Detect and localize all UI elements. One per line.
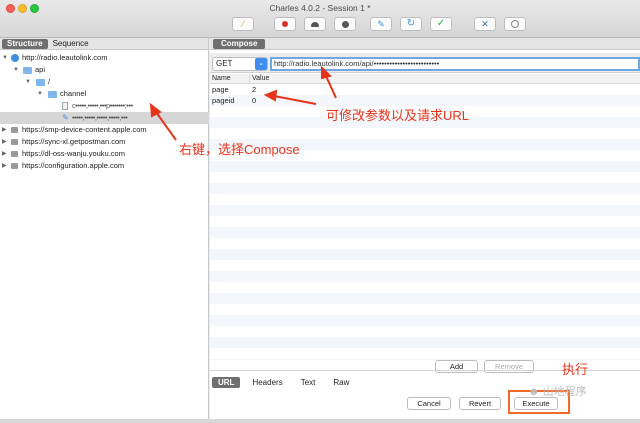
- repeat-icon: ↻: [406, 18, 416, 29]
- tree-item-label: https://smp-device-content.apple.com: [22, 125, 147, 134]
- tree-item-label: https://configuration.apple.com: [22, 161, 125, 170]
- collapsed-triangle-icon[interactable]: ▶: [2, 148, 7, 160]
- params-header: Name Value: [210, 74, 640, 84]
- revert-button[interactable]: Revert: [459, 397, 501, 410]
- param-name[interactable]: page: [212, 84, 229, 95]
- request-line: GET ⌄ http://radio.leautolink.com/api/••…: [210, 53, 640, 73]
- breakpoint-icon: [341, 20, 349, 28]
- settings-globe-icon: [511, 20, 519, 28]
- validate-check-icon: ✓: [436, 18, 446, 29]
- tab-sequence[interactable]: Sequence: [48, 39, 94, 49]
- folder-icon: [36, 79, 45, 86]
- compose-pen-icon: ✎: [377, 18, 385, 29]
- tree-item-label: /: [48, 77, 51, 86]
- collapsed-triangle-icon[interactable]: ▶: [2, 124, 7, 136]
- status-bar: [0, 419, 640, 423]
- param-name[interactable]: pageid: [212, 95, 235, 106]
- tree-item-label: http://radio.leautolink.com: [22, 53, 108, 62]
- tab-structure[interactable]: Structure: [2, 38, 48, 49]
- folder-icon: [48, 91, 57, 98]
- record-button[interactable]: [274, 17, 296, 31]
- compose-button[interactable]: ✎: [370, 17, 392, 31]
- annotation-execute: 执行: [562, 362, 589, 377]
- tab-text[interactable]: Text: [295, 377, 322, 388]
- expanded-triangle-icon[interactable]: ▼: [37, 88, 43, 100]
- tree-item-label: c•••••,•••••,•••p•••••••;•••: [72, 101, 133, 110]
- annotation-right-click: 右键，选择Compose: [179, 142, 300, 157]
- collapsed-triangle-icon[interactable]: ▶: [2, 136, 7, 148]
- chevron-down-icon[interactable]: ⌄: [255, 58, 267, 70]
- structure-panel: Structure Sequence ▼ http://radio.leauto…: [0, 38, 209, 419]
- tree-item-subfolder[interactable]: ▼ /: [0, 76, 209, 88]
- expanded-triangle-icon[interactable]: ▼: [25, 76, 31, 88]
- tab-url[interactable]: URL: [212, 377, 241, 388]
- right-tab-bar: Compose: [210, 38, 640, 50]
- tree-item-host[interactable]: ▼ http://radio.leautolink.com: [0, 52, 209, 64]
- tree-item-host[interactable]: ▶ https://dl-oss-wanju.youku.com: [0, 148, 209, 160]
- collapsed-triangle-icon[interactable]: ▶: [2, 160, 7, 172]
- tree-item-channel[interactable]: ▼ channel: [0, 88, 209, 100]
- left-tab-bar: Structure Sequence: [0, 38, 208, 50]
- add-param-button[interactable]: Add: [435, 360, 478, 373]
- tree-item-label: https://dl-oss-wanju.youku.com: [22, 149, 125, 158]
- tree-item-composed-request[interactable]: ✎ •••••,•••••,•••••,•••••,•••: [0, 112, 209, 124]
- column-divider: [249, 74, 250, 84]
- tab-compose[interactable]: Compose: [213, 39, 266, 49]
- tree-item-label: •••••,•••••,•••••,•••••,•••: [72, 113, 128, 122]
- tree-item-host[interactable]: ▶ https://smp-device-content.apple.com: [0, 124, 209, 136]
- watermark: ☻ 山地程序: [528, 386, 587, 398]
- record-icon: [282, 21, 288, 27]
- body-tab-bar: URL Headers Text Raw: [212, 377, 361, 389]
- expanded-triangle-icon[interactable]: ▼: [13, 64, 19, 76]
- lock-icon: [11, 139, 18, 145]
- validate-button[interactable]: ✓: [430, 17, 452, 31]
- column-header-name: Name: [212, 75, 231, 82]
- column-header-value: Value: [252, 75, 270, 82]
- clear-session-button[interactable]: ⁄: [232, 17, 254, 31]
- throttle-button[interactable]: [304, 17, 326, 31]
- tree-item-host[interactable]: ▶ https://sync-xl.getpostman.com: [0, 136, 209, 148]
- param-value[interactable]: 2: [252, 84, 256, 95]
- throttle-icon: [311, 21, 319, 27]
- repeat-button[interactable]: ↻: [400, 17, 422, 31]
- tree-item-label: channel: [60, 89, 87, 98]
- cancel-button[interactable]: Cancel: [407, 397, 451, 410]
- param-row[interactable]: page 2: [210, 84, 640, 95]
- tab-raw[interactable]: Raw: [327, 377, 355, 388]
- tree-item-label: api: [35, 65, 46, 74]
- folder-icon: [23, 67, 32, 74]
- remove-param-button[interactable]: Remove: [484, 360, 534, 373]
- settings-button[interactable]: [504, 17, 526, 31]
- param-value[interactable]: 0: [252, 95, 256, 106]
- tree-item-host[interactable]: ▶ https://configuration.apple.com: [0, 160, 209, 172]
- annotation-modify: 可修改参数以及请求URL: [326, 108, 470, 123]
- broom-icon: ⁄: [242, 19, 244, 29]
- title-bar: Charles 4.0.2 - Session 1 * ⁄ ✎ ↻ ✓ ✕: [0, 0, 640, 38]
- window-title: Charles 4.0.2 - Session 1 *: [269, 3, 371, 13]
- expanded-triangle-icon[interactable]: ▼: [2, 52, 8, 64]
- breakpoint-button[interactable]: [334, 17, 356, 31]
- tools-icon: ✕: [481, 18, 489, 29]
- tree-item-api[interactable]: ▼ api: [0, 64, 209, 76]
- lock-icon: [11, 127, 18, 133]
- tree-item-request[interactable]: c•••••,•••••,•••p•••••••;•••: [0, 100, 209, 112]
- file-icon: [62, 102, 68, 110]
- lock-icon: [11, 163, 18, 169]
- tab-headers[interactable]: Headers: [246, 377, 288, 388]
- tree-item-label: https://sync-xl.getpostman.com: [22, 137, 126, 146]
- tools-button[interactable]: ✕: [474, 17, 496, 31]
- url-input[interactable]: http://radio.leautolink.com/api/••••••••…: [270, 57, 640, 71]
- compose-pen-icon: ✎: [62, 113, 69, 122]
- globe-icon: [11, 54, 19, 62]
- lock-icon: [11, 151, 18, 157]
